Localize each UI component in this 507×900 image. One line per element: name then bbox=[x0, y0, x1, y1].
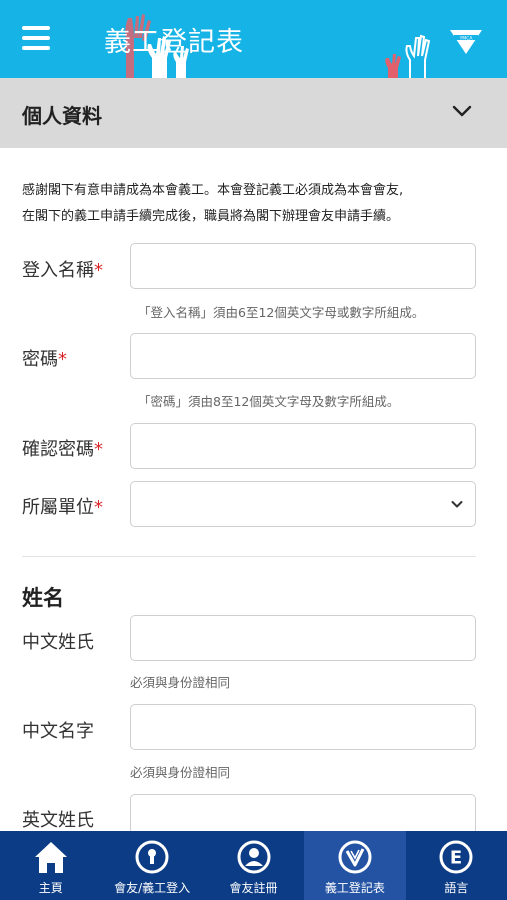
password-label: 密碼* bbox=[22, 349, 67, 370]
user-icon bbox=[237, 840, 271, 874]
confirm-password-label: 確認密碼* bbox=[22, 439, 103, 460]
confirm-password-input[interactable] bbox=[130, 423, 476, 469]
language-e-icon: E bbox=[439, 840, 473, 874]
hamburger-menu-icon[interactable] bbox=[22, 26, 50, 50]
unit-select[interactable] bbox=[130, 481, 476, 527]
home-icon bbox=[34, 842, 67, 873]
form-content: 感謝閣下有意申請成為本會義工。本會登記義工必須成為本會會友, 在閣下的義工申請手… bbox=[0, 148, 507, 831]
required-mark: * bbox=[94, 497, 103, 518]
english-surname-label: 英文姓氏 bbox=[22, 810, 94, 831]
keyhole-icon bbox=[135, 840, 169, 874]
nav-item-label: 會友/義工登入 bbox=[114, 881, 191, 895]
chinese-surname-input[interactable] bbox=[130, 615, 476, 661]
chinese-surname-hint: 必須與身份證相同 bbox=[130, 675, 231, 690]
name-section-title: 姓名 bbox=[22, 586, 64, 610]
intro-line-1: 感謝閣下有意申請成為本會義工。本會登記義工必須成為本會會友, bbox=[22, 183, 404, 198]
password-input[interactable] bbox=[130, 333, 476, 379]
chinese-given-name-hint: 必須與身份證相同 bbox=[130, 765, 231, 780]
password-hint: 「密碼」須由8至12個英文字母及數字所組成。 bbox=[138, 394, 400, 409]
english-surname-input[interactable] bbox=[130, 794, 476, 831]
nav-item-language[interactable]: E 語言 bbox=[406, 831, 507, 900]
svg-text:E: E bbox=[450, 848, 462, 869]
intro-line-2: 在閣下的義工申請手續完成後，職員將為閣下辦理會友申請手續。 bbox=[22, 209, 400, 224]
personal-info-accordion[interactable]: 個人資料 bbox=[0, 78, 507, 148]
unit-label: 所屬單位* bbox=[22, 497, 103, 518]
chevron-down-icon bbox=[451, 501, 463, 508]
nav-item-volunteer-form[interactable]: 義工登記表 bbox=[304, 831, 406, 900]
nav-item-member-register[interactable]: 會友註冊 bbox=[203, 831, 304, 900]
chinese-surname-label: 中文姓氏 bbox=[22, 632, 94, 653]
page-title: 義工登記表 bbox=[104, 27, 244, 58]
nav-item-label: 語言 bbox=[444, 881, 469, 895]
required-mark: * bbox=[94, 260, 103, 281]
login-name-hint: 「登入名稱」須由6至12個英文字母或數字所組成。 bbox=[138, 305, 425, 320]
section-divider bbox=[22, 556, 476, 557]
chevron-down-icon[interactable] bbox=[452, 104, 472, 118]
login-name-input[interactable] bbox=[130, 243, 476, 289]
chinese-given-name-label: 中文名字 bbox=[22, 721, 94, 742]
required-mark: * bbox=[94, 439, 103, 460]
login-name-label: 登入名稱* bbox=[22, 260, 103, 281]
nav-item-label: 義工登記表 bbox=[324, 881, 385, 895]
chinese-given-name-input[interactable] bbox=[130, 704, 476, 750]
nav-item-label: 主頁 bbox=[38, 881, 63, 895]
app-header: 義工登記表 YMCA bbox=[0, 0, 507, 78]
nav-item-home[interactable]: 主頁 bbox=[0, 831, 101, 900]
nav-item-label: 會友註冊 bbox=[229, 881, 278, 895]
raised-hands-illustration-right bbox=[385, 34, 431, 78]
required-mark: * bbox=[58, 349, 67, 370]
ymca-logo-icon: YMCA bbox=[450, 30, 482, 54]
check-badge-icon bbox=[338, 840, 372, 874]
bottom-navigation: 主頁 會友/義工登入 會友註冊 義工登記表 E 語言 bbox=[0, 831, 507, 900]
intro-text: 感謝閣下有意申請成為本會義工。本會登記義工必須成為本會會友, 在閣下的義工申請手… bbox=[22, 178, 492, 230]
svg-text:YMCA: YMCA bbox=[459, 35, 474, 41]
nav-item-member-login[interactable]: 會友/義工登入 bbox=[101, 831, 202, 900]
accordion-title: 個人資料 bbox=[22, 104, 102, 128]
